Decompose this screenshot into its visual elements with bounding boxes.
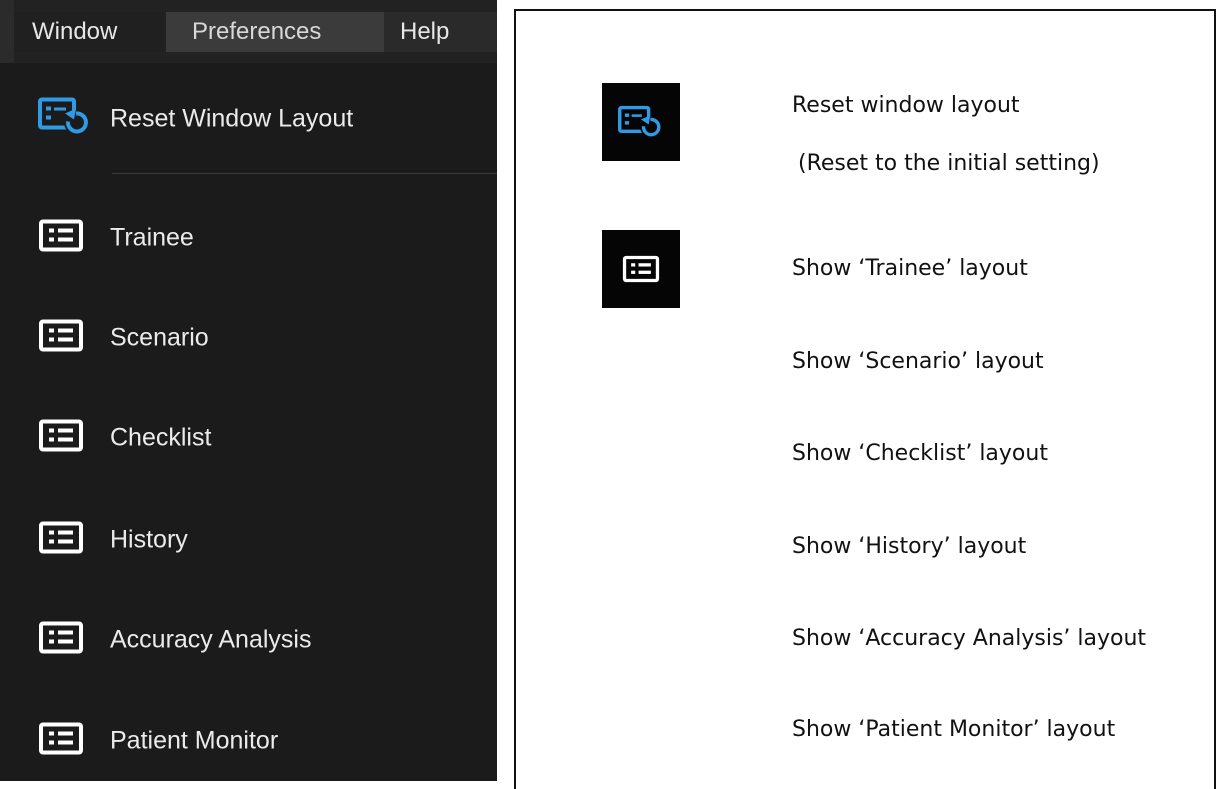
legend-row-checklist: Show ‘Checklist’ layout	[792, 441, 1048, 466]
menu-item-checklist[interactable]: Checklist	[0, 403, 497, 473]
reset-layout-icon	[602, 83, 680, 161]
menu-item-reset-window-layout[interactable]: Reset Window Layout	[0, 84, 497, 154]
menubar: Window Preferences Help	[0, 0, 497, 63]
menu-item-patient-monitor[interactable]: Patient Monitor	[0, 706, 497, 776]
panel-list-icon	[38, 419, 84, 458]
legend-row-patient-monitor: Show ‘Patient Monitor’ layout	[792, 717, 1116, 742]
menu-item-label: Scenario	[110, 323, 209, 352]
legend-box: Reset window layout (Reset to the initia…	[514, 9, 1216, 789]
menu-item-label: Checklist	[110, 423, 212, 452]
menu-item-label: Patient Monitor	[110, 726, 279, 755]
legend-row-trainee: Show ‘Trainee’ layout	[792, 256, 1028, 281]
legend-row-accuracy-analysis: Show ‘Accuracy Analysis’ layout	[792, 626, 1147, 651]
panel-list-icon	[602, 230, 680, 308]
panel-list-icon	[38, 219, 84, 258]
legend-reset-title: Reset window layout	[792, 93, 1020, 118]
menu-item-label: Reset Window Layout	[110, 104, 354, 133]
menu-item-label: Accuracy Analysis	[110, 625, 312, 654]
menu-separator	[112, 173, 497, 174]
window-menu-panel: Window Preferences Help Reset Window Lay…	[0, 0, 497, 781]
menu-item-trainee[interactable]: Trainee	[0, 203, 497, 273]
panel-list-icon	[38, 621, 84, 660]
legend-row-history: Show ‘History’ layout	[792, 534, 1027, 559]
legend-reset-subtitle: (Reset to the initial setting)	[798, 151, 1100, 176]
menubar-help[interactable]: Help	[384, 12, 497, 52]
menubar-window[interactable]: Window	[14, 12, 164, 52]
panel-list-icon	[38, 521, 84, 560]
legend-row-scenario: Show ‘Scenario’ layout	[792, 349, 1044, 374]
menu-item-history[interactable]: History	[0, 505, 497, 575]
menu-item-label: Trainee	[110, 223, 194, 252]
menu-item-accuracy-analysis[interactable]: Accuracy Analysis	[0, 605, 497, 675]
menu-item-scenario[interactable]: Scenario	[0, 303, 497, 373]
panel-list-icon	[38, 319, 84, 358]
reset-layout-icon	[38, 97, 92, 142]
menubar-preferences[interactable]: Preferences	[166, 12, 384, 52]
menubar-edge	[0, 0, 14, 63]
menu-item-label: History	[110, 525, 188, 554]
panel-list-icon	[38, 722, 84, 761]
